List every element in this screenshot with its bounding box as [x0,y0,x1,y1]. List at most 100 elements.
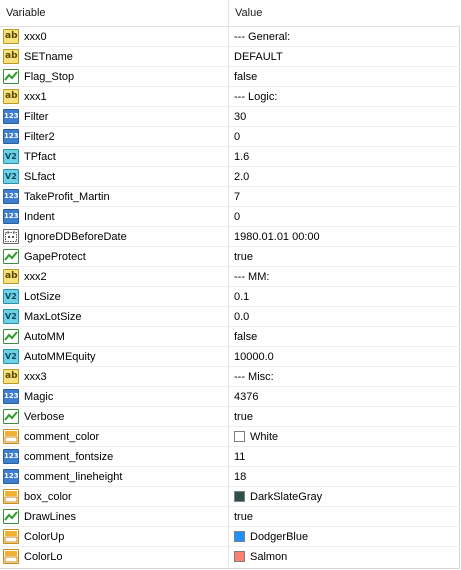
variable-cell[interactable]: ab xxx1 [0,87,229,107]
integer-type-icon: 123 [3,389,19,404]
variable-cell[interactable]: DrawLines [0,507,229,527]
value-cell[interactable]: 10000.0 [229,347,460,367]
column-header-value[interactable]: Value [229,0,460,26]
variable-cell[interactable]: comment_color [0,427,229,447]
variable-cell[interactable]: GapeProtect [0,247,229,267]
value-cell[interactable]: 0.0 [229,307,460,327]
variable-cell[interactable]: 123 comment_lineheight [0,467,229,487]
table-row[interactable]: AutoMM false [0,327,460,347]
table-row[interactable]: V2 TPfact 1.6 [0,147,460,167]
variable-value: 4376 [234,391,259,403]
value-cell[interactable]: true [229,407,460,427]
value-cell[interactable]: false [229,327,460,347]
variable-cell[interactable]: ab xxx0 [0,27,229,47]
variable-cell[interactable]: 123 Indent [0,207,229,227]
value-cell[interactable]: --- Logic: [229,87,460,107]
value-cell[interactable]: DEFAULT [229,47,460,67]
variable-cell[interactable]: 123 Magic [0,387,229,407]
table-row[interactable]: V2 MaxLotSize 0.0 [0,307,460,327]
table-row[interactable]: ColorLo Salmon [0,547,460,567]
color-swatch [234,431,245,442]
table-row[interactable]: 123 comment_fontsize 11 [0,447,460,467]
value-cell[interactable]: 18 [229,467,460,487]
variable-cell[interactable]: Verbose [0,407,229,427]
table-row[interactable]: DrawLines true [0,507,460,527]
table-row[interactable]: comment_color White [0,427,460,447]
table-row[interactable]: V2 SLfact 2.0 [0,167,460,187]
value-cell[interactable]: false [229,67,460,87]
variable-name: TakeProfit_Martin [24,191,110,203]
table-row[interactable]: ColorUp DodgerBlue [0,527,460,547]
variable-cell[interactable]: ab xxx2 [0,267,229,287]
table-row[interactable]: V2 AutoMMEquity 10000.0 [0,347,460,367]
value-cell[interactable]: --- MM: [229,267,460,287]
table-row[interactable]: ab xxx3 --- Misc: [0,367,460,387]
variable-cell[interactable]: Flag_Stop [0,67,229,87]
variable-cell[interactable]: V2 LotSize [0,287,229,307]
variable-cell[interactable]: ab SETname [0,47,229,67]
variable-cell[interactable]: V2 SLfact [0,167,229,187]
variable-name: SETname [24,51,73,63]
value-cell[interactable]: --- General: [229,27,460,47]
icon-label: V2 [5,312,17,321]
value-cell[interactable]: 1980.01.01 00:00 [229,227,460,247]
table-row[interactable]: ab xxx0 --- General: [0,27,460,47]
icon-label: ab [5,51,18,61]
table-row[interactable]: Verbose true [0,407,460,427]
table-row[interactable]: Flag_Stop false [0,67,460,87]
icon-label: 123 [4,212,19,220]
double-type-icon: V2 [3,309,19,324]
value-cell[interactable]: DarkSlateGray [229,487,460,507]
variable-name: comment_lineheight [24,471,123,483]
variable-name: AutoMM [24,331,65,343]
table-row[interactable]: ab SETname DEFAULT [0,47,460,67]
table-row[interactable]: 123 TakeProfit_Martin 7 [0,187,460,207]
table-row[interactable]: IgnoreDDBeforeDate 1980.01.01 00:00 [0,227,460,247]
table-row[interactable]: box_color DarkSlateGray [0,487,460,507]
value-cell[interactable]: 0 [229,207,460,227]
value-cell[interactable]: 4376 [229,387,460,407]
variable-cell[interactable]: AutoMM [0,327,229,347]
variable-cell[interactable]: ab xxx3 [0,367,229,387]
variable-cell[interactable]: 123 Filter2 [0,127,229,147]
table-row[interactable]: 123 Filter2 0 [0,127,460,147]
variable-name: ColorLo [24,551,63,563]
column-header-variable[interactable]: Variable [0,0,229,26]
table-row[interactable]: 123 comment_lineheight 18 [0,467,460,487]
variable-cell[interactable]: 123 TakeProfit_Martin [0,187,229,207]
value-cell[interactable]: 30 [229,107,460,127]
variable-cell[interactable]: ColorLo [0,547,229,567]
value-cell[interactable]: 0 [229,127,460,147]
icon-label: ab [5,271,18,281]
icon-label: ab [5,371,18,381]
table-row[interactable]: GapeProtect true [0,247,460,267]
value-cell[interactable]: 0.1 [229,287,460,307]
table-row[interactable]: ab xxx2 --- MM: [0,267,460,287]
table-row[interactable]: ab xxx1 --- Logic: [0,87,460,107]
variable-name: DrawLines [24,511,76,523]
value-cell[interactable]: DodgerBlue [229,527,460,547]
value-cell[interactable]: --- Misc: [229,367,460,387]
value-cell[interactable]: true [229,247,460,267]
table-row[interactable]: V2 LotSize 0.1 [0,287,460,307]
table-row[interactable]: 123 Filter 30 [0,107,460,127]
variable-cell[interactable]: V2 AutoMMEquity [0,347,229,367]
variable-cell[interactable]: V2 TPfact [0,147,229,167]
variable-cell[interactable]: IgnoreDDBeforeDate [0,227,229,247]
value-cell[interactable]: 7 [229,187,460,207]
variable-cell[interactable]: V2 MaxLotSize [0,307,229,327]
variable-cell[interactable]: ColorUp [0,527,229,547]
variable-cell[interactable]: 123 Filter [0,107,229,127]
value-cell[interactable]: 1.6 [229,147,460,167]
variable-cell[interactable]: box_color [0,487,229,507]
value-cell[interactable]: 2.0 [229,167,460,187]
variable-value: true [234,251,253,263]
value-cell[interactable]: Salmon [229,547,460,567]
icon-label: 123 [4,392,19,400]
table-row[interactable]: 123 Magic 4376 [0,387,460,407]
value-cell[interactable]: true [229,507,460,527]
table-row[interactable]: 123 Indent 0 [0,207,460,227]
value-cell[interactable]: White [229,427,460,447]
value-cell[interactable]: 11 [229,447,460,467]
variable-cell[interactable]: 123 comment_fontsize [0,447,229,467]
